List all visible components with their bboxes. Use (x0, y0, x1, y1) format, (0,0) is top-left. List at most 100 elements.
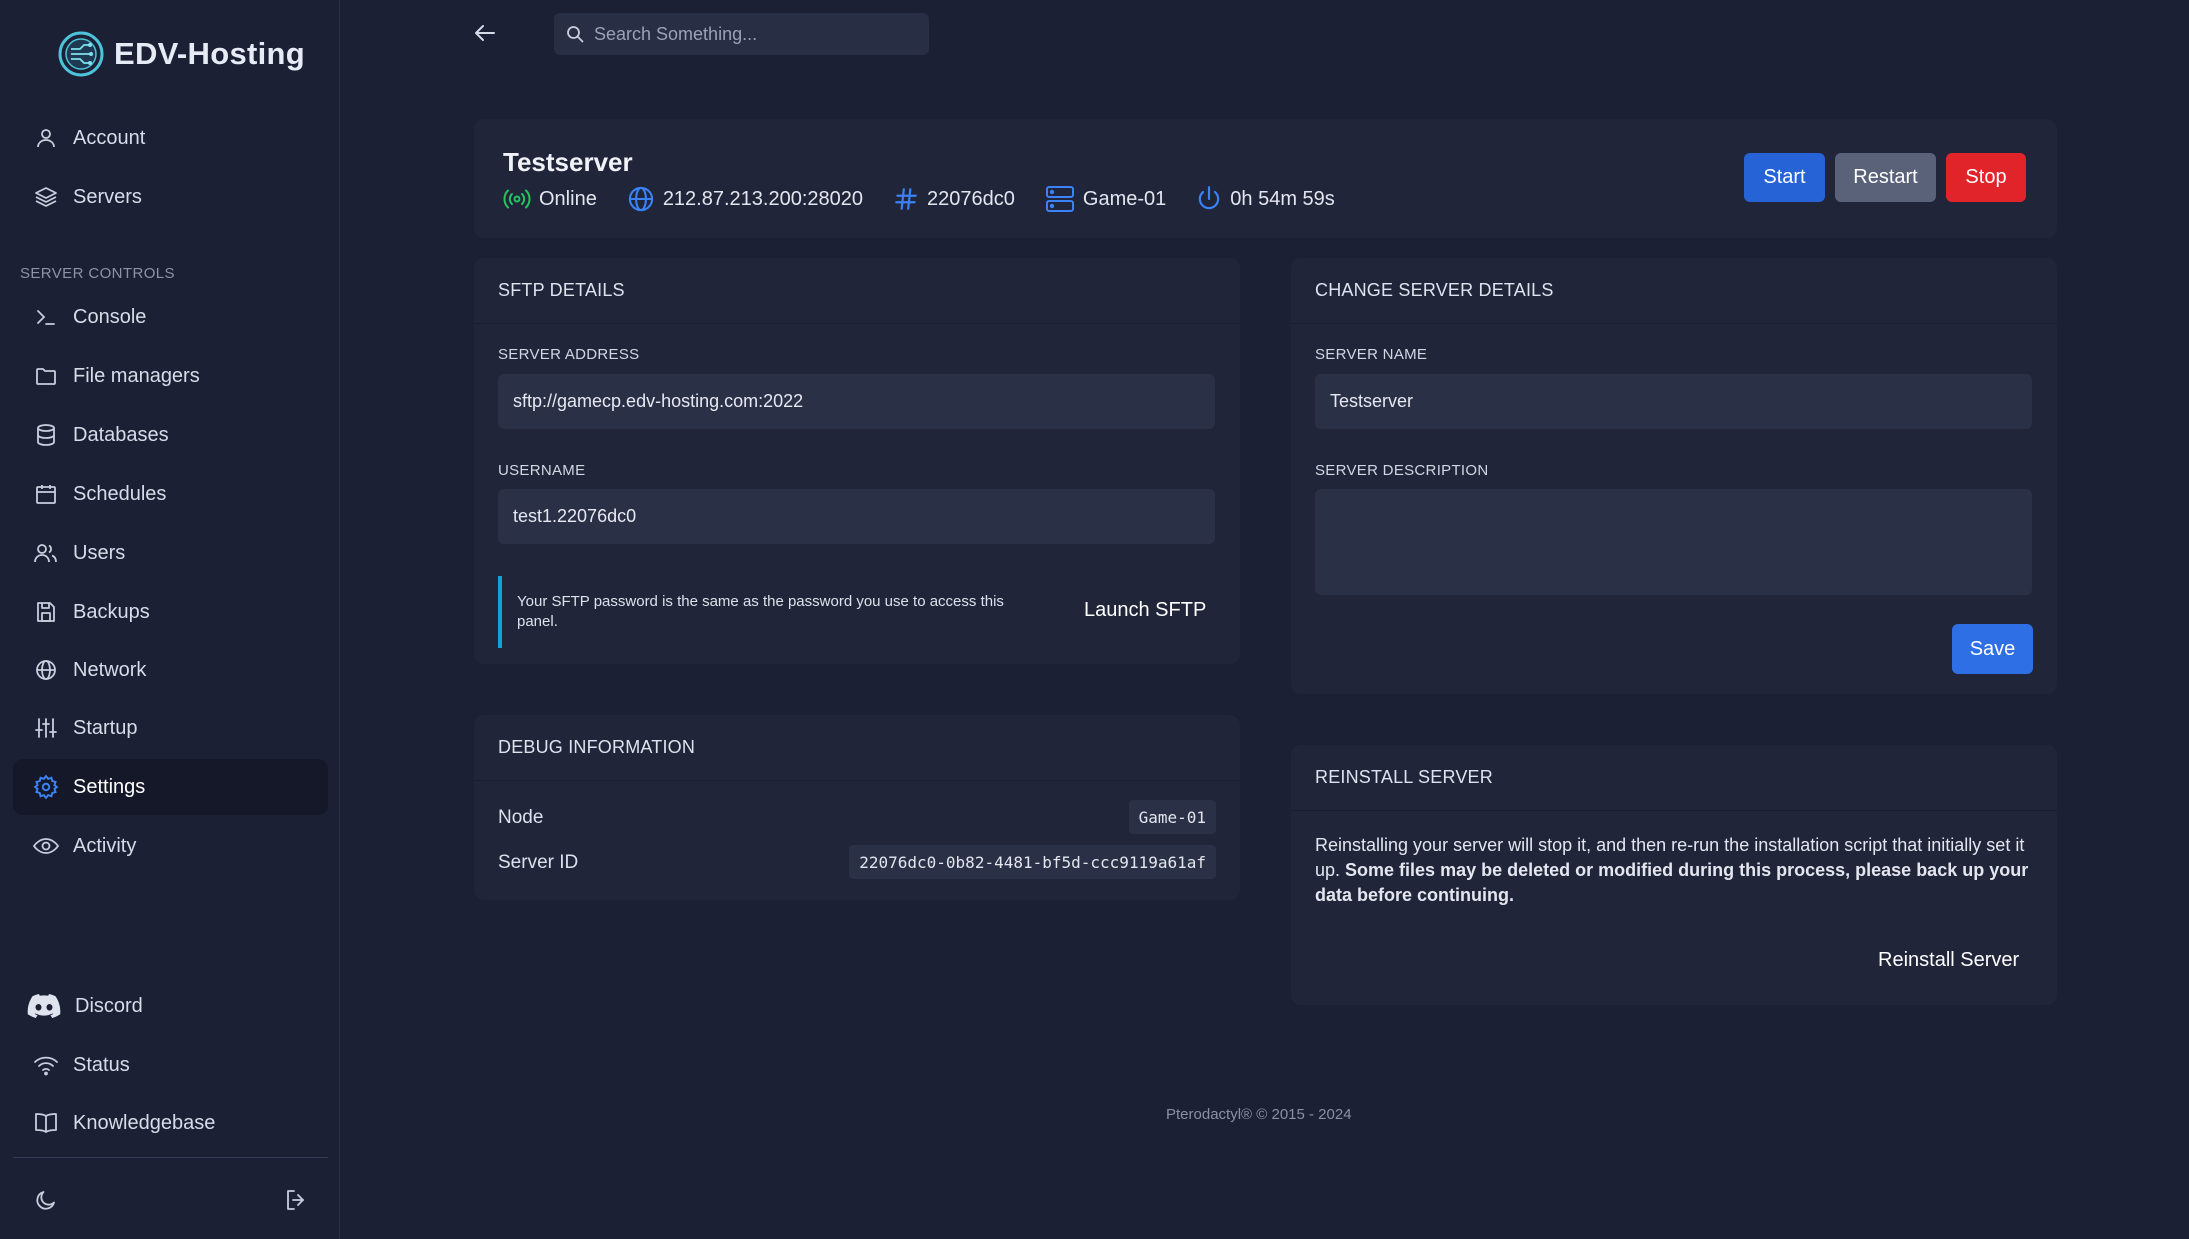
sidebar-item-label: Settings (73, 775, 146, 798)
sidebar-item-status[interactable]: Status (13, 1037, 328, 1093)
sidebar-item-activity[interactable]: Activity (13, 818, 328, 874)
power-icon (1196, 185, 1222, 213)
server-meta: Online 212.87.213.200:28020 22076dc0 Gam… (503, 185, 1335, 213)
search-icon (566, 25, 584, 43)
sftp-address-field[interactable] (498, 374, 1215, 429)
stop-button[interactable]: Stop (1946, 153, 2026, 202)
sidebar-item-file-managers[interactable]: File managers (13, 348, 328, 404)
footer-copyright: Pterodactyl® © 2015 - 2024 (1166, 1106, 1352, 1123)
server-name: Testserver (503, 147, 633, 177)
reinstall-server-button[interactable]: Reinstall Server (1878, 949, 2019, 972)
sidebar-item-startup[interactable]: Startup (13, 700, 328, 756)
server-description-input[interactable] (1315, 489, 2032, 595)
node-label: Node (498, 807, 544, 828)
sidebar-item-users[interactable]: Users (13, 525, 328, 581)
sftp-notice-text: Your SFTP password is the same as the pa… (517, 593, 1004, 630)
server-address-text: 212.87.213.200:28020 (662, 187, 864, 210)
sidebar-item-label: Schedules (73, 482, 167, 505)
sidebar-divider (13, 1157, 328, 1158)
sidebar-item-databases[interactable]: Databases (13, 407, 328, 463)
book-icon (33, 1110, 59, 1136)
calendar-icon (33, 481, 59, 507)
sidebar-item-backups[interactable]: Backups (13, 584, 328, 640)
sidebar-item-label: Discord (75, 994, 143, 1017)
sidebar-item-console[interactable]: Console (13, 289, 328, 345)
sidebar-item-label: File managers (73, 364, 200, 387)
database-icon (33, 422, 59, 448)
sftp-details-title: SFTP DETAILS (474, 258, 1240, 324)
brand-name: EDV-Hosting (114, 36, 306, 71)
server-status-text: Online (539, 187, 597, 210)
moon-icon (34, 1188, 58, 1212)
sidebar-item-label: Backups (73, 600, 150, 623)
restart-button[interactable]: Restart (1835, 153, 1936, 202)
sidebar-item-label: Activity (73, 834, 137, 857)
launch-sftp-button[interactable]: Launch SFTP (1084, 599, 1206, 622)
server-node-text: Game-01 (1082, 187, 1167, 210)
arrow-left-icon (474, 23, 496, 43)
debug-information-title: DEBUG INFORMATION (474, 715, 1240, 781)
theme-toggle-button[interactable] (29, 1183, 63, 1217)
search-input[interactable] (594, 23, 914, 45)
users-icon (33, 540, 59, 566)
section-title-server-controls: SERVER CONTROLS (20, 265, 175, 282)
sftp-details-card: SFTP DETAILS SERVER ADDRESS USERNAME You… (474, 258, 1240, 664)
layers-icon (33, 184, 59, 210)
server-id-label: Server ID (498, 852, 579, 873)
logo-icon (56, 29, 106, 79)
server-id-text: 22076dc0 (927, 187, 1015, 210)
discord-icon (27, 993, 61, 1019)
wifi-icon (33, 1052, 59, 1078)
node-value: Game-01 (1128, 800, 1216, 834)
hash-icon (893, 186, 919, 212)
user-icon (33, 125, 59, 151)
terminal-icon (33, 304, 59, 330)
server-address: 212.87.213.200:28020 (627, 185, 863, 213)
reinstall-server-card: REINSTALL SERVER Reinstalling your serve… (1291, 745, 2057, 1005)
reinstall-description: Reinstalling your server will stop it, a… (1315, 833, 2035, 908)
eye-icon (33, 833, 59, 859)
sidebar-item-network[interactable]: Network (13, 642, 328, 698)
sidebar-item-schedules[interactable]: Schedules (13, 466, 328, 522)
change-server-details-title: CHANGE SERVER DETAILS (1291, 258, 2057, 324)
server-name-input[interactable] (1315, 374, 2032, 429)
start-button[interactable]: Start (1744, 153, 1825, 202)
reinstall-server-title: REINSTALL SERVER (1291, 745, 2057, 811)
sidebar-item-settings[interactable]: Settings (13, 759, 328, 815)
server-description-label: SERVER DESCRIPTION (1315, 462, 1489, 479)
server-uptime: 0h 54m 59s (1196, 185, 1335, 213)
save-icon (33, 599, 59, 625)
globe-icon (33, 657, 59, 683)
sftp-username-field[interactable] (498, 489, 1215, 544)
back-button[interactable] (472, 18, 498, 48)
server-header-card: Testserver Online 212.87.213.200:28020 2… (474, 119, 2057, 238)
server-node: Game-01 (1045, 185, 1166, 213)
logout-button[interactable] (279, 1183, 313, 1217)
server-uptime-text: 0h 54m 59s (1230, 187, 1335, 210)
sidebar-item-servers[interactable]: Servers (13, 169, 328, 225)
sidebar-item-discord[interactable]: Discord (13, 978, 328, 1034)
sidebar-item-knowledgebase[interactable]: Knowledgebase (13, 1095, 328, 1151)
change-server-details-card: CHANGE SERVER DETAILS SERVER NAME SERVER… (1291, 258, 2057, 694)
brand-logo[interactable]: EDV-Hosting (56, 28, 305, 80)
logout-icon (284, 1188, 308, 1212)
reinstall-text-warning: Some files may be deleted or modified du… (1315, 860, 2029, 905)
gear-icon (33, 774, 59, 800)
server-id-value: 22076dc0-0b82-4481-bf5d-ccc9119a61af (849, 845, 1216, 879)
sidebar-item-account[interactable]: Account (13, 110, 328, 166)
sidebar-item-label: Startup (73, 716, 138, 739)
server-id: 22076dc0 (893, 186, 1015, 212)
server-rack-icon (1045, 185, 1075, 213)
sidebar-item-label: Users (73, 541, 126, 564)
server-name-label: SERVER NAME (1315, 346, 1428, 363)
sliders-icon (33, 715, 59, 741)
sidebar-item-label: Databases (73, 423, 169, 446)
globe-icon (627, 185, 655, 213)
debug-information-card: DEBUG INFORMATION Node Game-01 Server ID… (474, 715, 1240, 900)
save-button[interactable]: Save (1952, 624, 2033, 674)
sidebar-item-label: Network (73, 658, 147, 681)
sidebar-item-label: Account (73, 126, 146, 149)
username-label: USERNAME (498, 462, 586, 479)
sidebar-item-label: Console (73, 305, 147, 328)
sidebar-item-label: Status (73, 1053, 130, 1076)
